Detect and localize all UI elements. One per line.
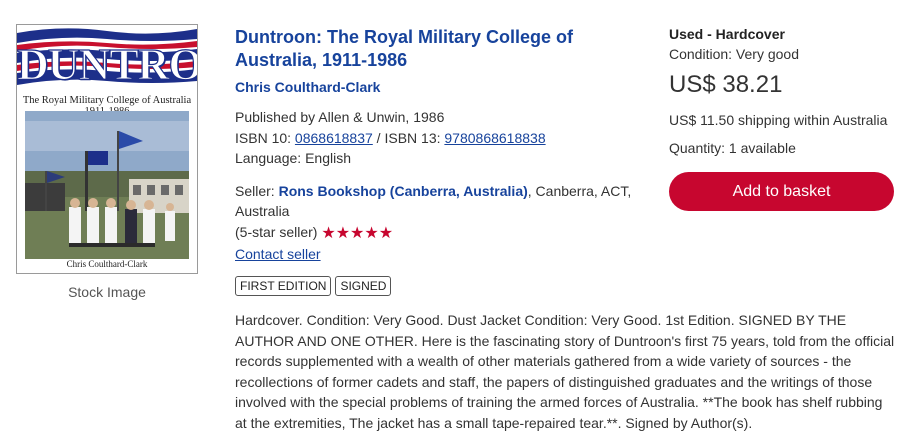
cover-column: DUNTROON The Royal Military College of A…: [16, 24, 198, 300]
seller-rating-text: (5-star seller): [235, 223, 318, 240]
book-author-link[interactable]: Chris Coulthard-Clark: [235, 79, 655, 95]
seller-line: Seller: Rons Bookshop (Canberra, Austral…: [235, 181, 655, 222]
seller-info: Seller: Rons Bookshop (Canberra, Austral…: [235, 181, 655, 265]
binding-type: Used - Hardcover: [669, 26, 785, 42]
publisher-line: Published by Allen & Unwin, 1986: [235, 109, 445, 125]
stock-image-label: Stock Image: [68, 284, 146, 300]
price: US$ 38.21: [669, 71, 783, 98]
shipping-info: US$ 11.50 shipping within Australia: [669, 112, 888, 128]
cover-title-text: DUNTROON: [17, 39, 198, 89]
add-to-basket-button[interactable]: Add to basket: [669, 172, 894, 211]
cover-author-text: Chris Coulthard-Clark: [66, 259, 148, 269]
isbn-line: ISBN 10: 0868618837 / ISBN 13: 978086861…: [235, 128, 655, 149]
attribute-badges: FIRST EDITION SIGNED: [235, 275, 655, 296]
five-star-rating-icon: ★★★★★: [321, 224, 394, 242]
publication-info: Published by Allen & Unwin, 1986 ISBN 10…: [235, 107, 655, 169]
isbn13-label: / ISBN 13:: [372, 129, 445, 146]
badge-first-edition: FIRST EDITION: [235, 275, 332, 296]
seller-rating: (5-star seller) ★★★★★: [235, 222, 655, 245]
isbn10-link[interactable]: 0868618837: [295, 130, 373, 146]
purchase-panel: Used - Hardcover Condition: Very good US…: [669, 24, 895, 211]
cover-photo: [25, 111, 189, 259]
condition-text: Condition: Very good: [669, 46, 799, 62]
contact-seller-link[interactable]: Contact seller: [235, 246, 321, 262]
book-cover-image[interactable]: DUNTROON The Royal Military College of A…: [16, 24, 198, 274]
seller-name-link[interactable]: Rons Bookshop (Canberra, Australia): [279, 183, 528, 199]
language-line: Language: English: [235, 150, 351, 166]
book-description: Hardcover. Condition: Very Good. Dust Ja…: [235, 312, 895, 431]
book-details: Duntroon: The Royal Military College of …: [235, 26, 655, 296]
isbn10-label: ISBN 10:: [235, 129, 295, 146]
quantity-available: Quantity: 1 available: [669, 140, 796, 156]
cover-banner: DUNTROON: [17, 25, 197, 91]
seller-label: Seller:: [235, 182, 279, 199]
isbn13-link[interactable]: 9780868618838: [444, 130, 545, 146]
badge-signed: SIGNED: [335, 275, 392, 296]
book-title-link[interactable]: Duntroon: The Royal Military College of …: [235, 26, 655, 72]
parade-photo-illustration: [25, 111, 189, 259]
